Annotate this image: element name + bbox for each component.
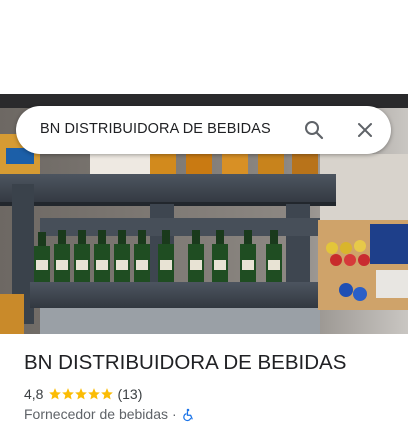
search-icon[interactable]	[302, 118, 326, 142]
review-count[interactable]: (13)	[117, 386, 142, 402]
star-icon	[62, 388, 75, 400]
star-icon	[49, 388, 62, 400]
place-title[interactable]: BN DISTRIBUIDORA DE BEBIDAS	[24, 351, 346, 375]
search-query-text[interactable]: BN DISTRIBUIDORA DE BEBIDAS	[40, 121, 271, 137]
rating-row[interactable]: 4,8 (13)	[24, 386, 142, 402]
star-icon	[88, 388, 101, 400]
place-category: Fornecedor de bebidas	[24, 406, 168, 422]
star-rating	[48, 387, 114, 401]
star-icon	[101, 388, 114, 400]
separator-dot: ·	[172, 406, 177, 422]
close-icon[interactable]	[353, 118, 377, 142]
category-row: Fornecedor de bebidas ·	[24, 406, 195, 422]
star-icon	[75, 388, 88, 400]
search-bar[interactable]: BN DISTRIBUIDORA DE BEBIDAS	[16, 106, 391, 154]
rating-value: 4,8	[24, 386, 44, 402]
wheelchair-icon	[181, 407, 195, 422]
